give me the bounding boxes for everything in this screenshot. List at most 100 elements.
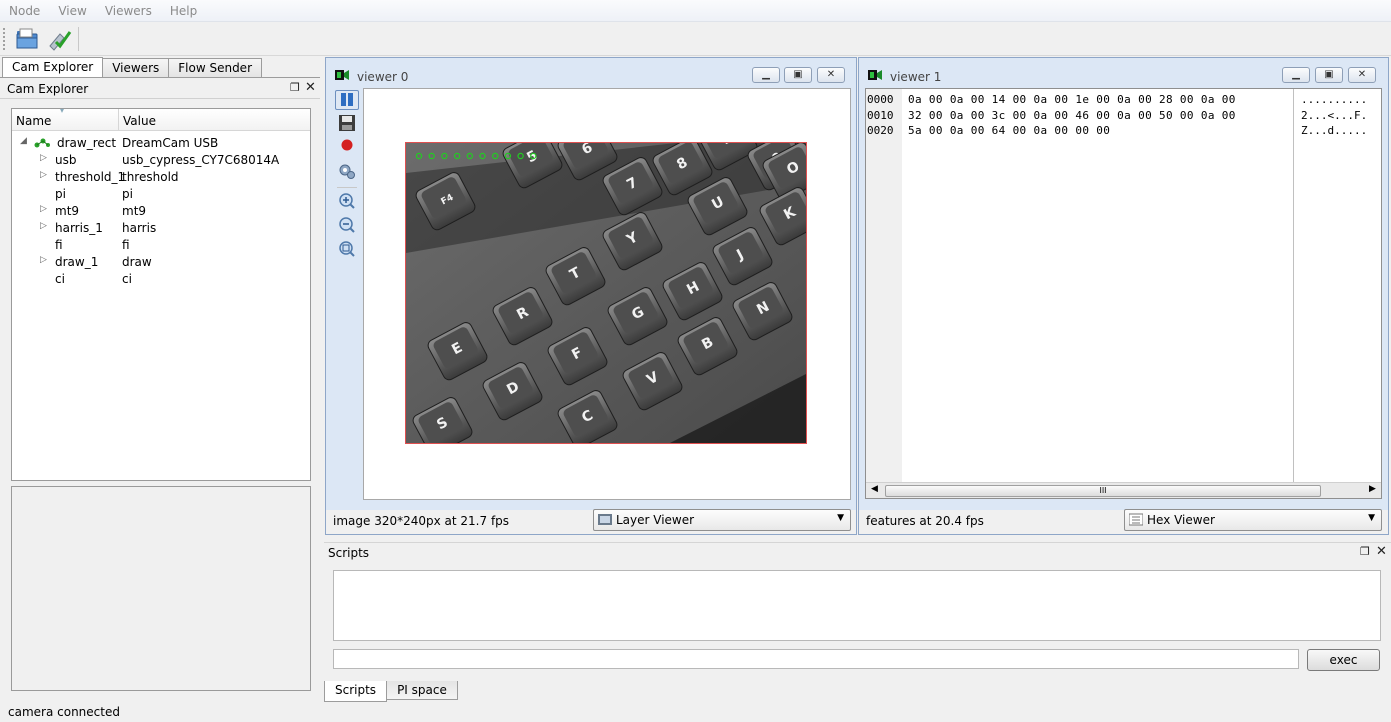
settings-gears-icon[interactable] bbox=[335, 162, 359, 182]
tree-node-name: mt9 bbox=[55, 204, 80, 218]
horizontal-scrollbar[interactable]: ◀ III ▶ bbox=[866, 482, 1381, 498]
tab-scripts[interactable]: Scripts bbox=[324, 681, 388, 702]
tree-header: Name Value ▾ bbox=[12, 106, 310, 131]
scripts-input[interactable] bbox=[333, 649, 1299, 669]
tree-node-value: draw bbox=[122, 255, 152, 269]
scroll-left-icon[interactable]: ◀ bbox=[871, 484, 878, 494]
close-button[interactable]: ✕ bbox=[1348, 67, 1376, 83]
viewer-1-type-select[interactable]: Hex Viewer ▼ bbox=[1124, 509, 1382, 531]
close-button[interactable]: ✕ bbox=[817, 67, 845, 83]
viewer-0-statusbar: image 320*240px at 21.7 fps Layer Viewer… bbox=[326, 509, 856, 534]
tree-row-fi[interactable]: fi fi bbox=[12, 237, 310, 254]
sort-indicator-icon: ▾ bbox=[60, 106, 65, 115]
minimize-button[interactable]: ▁ bbox=[1282, 67, 1310, 83]
left-dock-tabs: Cam Explorer Viewers Flow Sender bbox=[2, 57, 262, 77]
float-icon[interactable]: ❐ bbox=[1360, 545, 1370, 558]
connect-check-icon[interactable] bbox=[46, 26, 72, 52]
tree-node-name: fi bbox=[55, 238, 63, 252]
tree-row-ci[interactable]: ci ci bbox=[12, 271, 310, 288]
float-icon[interactable]: ❐ bbox=[290, 81, 300, 94]
pause-icon[interactable] bbox=[335, 90, 359, 110]
scroll-thumb-grip: III bbox=[1099, 486, 1107, 495]
hex-view[interactable]: 0000 0010 0020 0a 00 0a 00 14 00 0a 00 1… bbox=[865, 88, 1382, 499]
tree-node-name: draw_1 bbox=[55, 255, 99, 269]
tab-cam-explorer[interactable]: Cam Explorer bbox=[2, 57, 104, 77]
tree-node-value: threshold bbox=[122, 170, 179, 184]
hex-address-column: 0000 0010 0020 bbox=[866, 89, 902, 482]
collapsed-arrow-icon[interactable]: ▷ bbox=[40, 170, 47, 180]
collapsed-arrow-icon[interactable]: ▷ bbox=[40, 204, 47, 214]
tree-node-name: threshold_1 bbox=[55, 170, 126, 184]
collapsed-arrow-icon[interactable]: ▷ bbox=[40, 153, 47, 163]
menu-help[interactable]: Help bbox=[161, 0, 206, 22]
collapsed-arrow-icon[interactable]: ▷ bbox=[40, 255, 47, 265]
close-icon[interactable]: ✕ bbox=[1376, 544, 1387, 559]
hex-address: 0010 bbox=[867, 108, 894, 122]
chevron-down-icon: ▼ bbox=[837, 513, 844, 523]
viewer-1-title: viewer 1 bbox=[890, 70, 942, 84]
main-toolbar bbox=[0, 22, 1391, 56]
zoom-fit-icon[interactable] bbox=[335, 240, 359, 260]
scroll-thumb[interactable]: III bbox=[885, 485, 1321, 497]
viewer-1-type-label: Hex Viewer bbox=[1147, 513, 1215, 527]
tree-row-threshold-1[interactable]: ▷ threshold_1 threshold bbox=[12, 169, 310, 186]
tab-pi-space[interactable]: PI space bbox=[386, 681, 458, 700]
tree-node-value: fi bbox=[122, 238, 130, 252]
viewer-0-type-select[interactable]: Layer Viewer ▼ bbox=[593, 509, 851, 531]
tree-node-value: usb_cypress_CY7C68014A bbox=[122, 153, 280, 167]
close-icon[interactable]: ✕ bbox=[305, 80, 316, 95]
left-lower-panel bbox=[11, 486, 311, 691]
tree-row-draw-1[interactable]: ▷ draw_1 draw bbox=[12, 254, 310, 271]
toolbar-separator bbox=[78, 27, 79, 51]
collapsed-arrow-icon[interactable]: ▷ bbox=[40, 221, 47, 231]
tree-node-value: pi bbox=[122, 187, 133, 201]
tree-row-mt9[interactable]: ▷ mt9 mt9 bbox=[12, 203, 310, 220]
viewer-0-status: image 320*240px at 21.7 fps bbox=[333, 514, 510, 528]
hex-ascii-column[interactable]: .......... 2...<...F. Z...d..... bbox=[1293, 89, 1382, 482]
open-folder-icon[interactable] bbox=[14, 26, 40, 52]
viewer-1-status: features at 20.4 fps bbox=[866, 514, 984, 528]
minimize-button[interactable]: ▁ bbox=[752, 67, 780, 83]
tree-row-pi[interactable]: pi pi bbox=[12, 186, 310, 203]
toolbar-grip[interactable] bbox=[3, 28, 7, 50]
zoom-in-icon[interactable] bbox=[335, 192, 359, 212]
tree-node-value: mt9 bbox=[122, 204, 147, 218]
hex-bytes-row: 5a 00 0a 00 64 00 0a 00 00 00 bbox=[908, 124, 1111, 137]
expanded-arrow-icon[interactable]: ◢ bbox=[20, 136, 27, 146]
hex-ascii-row: Z...d..... bbox=[1301, 124, 1368, 137]
tab-viewers[interactable]: Viewers bbox=[102, 58, 170, 77]
scripts-output[interactable] bbox=[333, 570, 1381, 641]
tree-row-usb[interactable]: ▷ usb usb_cypress_CY7C68014A bbox=[12, 152, 310, 169]
viewer-0-title: viewer 0 bbox=[357, 70, 409, 84]
tree-node-value: DreamCam USB bbox=[122, 136, 219, 150]
record-icon[interactable] bbox=[335, 138, 359, 158]
column-header-value[interactable]: Value bbox=[119, 109, 309, 131]
keyboard-image: F4567890OUYTREKJHGFDSNBVC bbox=[406, 143, 806, 443]
cam-explorer-tree[interactable]: Name Value ▾ ◢ draw_rect DreamCam USB ▷ usb u… bbox=[11, 106, 311, 481]
tree-node-name: draw_rect bbox=[57, 136, 117, 150]
zoom-out-icon[interactable] bbox=[335, 216, 359, 236]
hex-bytes-row: 32 00 0a 00 3c 00 0a 00 46 00 0a 00 50 0… bbox=[908, 108, 1236, 122]
save-icon[interactable] bbox=[335, 114, 359, 134]
tree-node-value: harris bbox=[122, 221, 157, 235]
hex-address: 0000 bbox=[867, 93, 894, 106]
maximize-button[interactable]: ▣ bbox=[784, 67, 812, 83]
exec-button[interactable]: exec bbox=[1307, 649, 1380, 671]
column-header-name[interactable]: Name bbox=[12, 109, 119, 131]
tree-row-draw-rect[interactable]: ◢ draw_rect DreamCam USB bbox=[12, 135, 310, 152]
hex-bytes-column[interactable]: 0a 00 0a 00 14 00 0a 00 1e 00 0a 00 28 0… bbox=[908, 89, 1236, 140]
scroll-right-icon[interactable]: ▶ bbox=[1369, 484, 1376, 494]
maximize-button[interactable]: ▣ bbox=[1315, 67, 1343, 83]
camera-image[interactable]: F4567890OUYTREKJHGFDSNBVC bbox=[405, 142, 807, 444]
tree-row-harris-1[interactable]: ▷ harris_1 harris bbox=[12, 220, 310, 237]
menu-node[interactable]: Node bbox=[0, 0, 49, 22]
scripts-dock-header: Scripts ❐ ✕ bbox=[324, 542, 1391, 562]
dock-divider bbox=[0, 98, 320, 99]
menu-viewers[interactable]: Viewers bbox=[96, 0, 161, 22]
menu-view[interactable]: View bbox=[49, 0, 95, 22]
scripts-tabs: Scripts PI space bbox=[324, 681, 458, 702]
camera-icon bbox=[335, 69, 349, 81]
tab-flow-sender[interactable]: Flow Sender bbox=[168, 58, 262, 77]
tree-node-name: usb bbox=[55, 153, 77, 167]
status-text: camera connected bbox=[8, 705, 120, 719]
